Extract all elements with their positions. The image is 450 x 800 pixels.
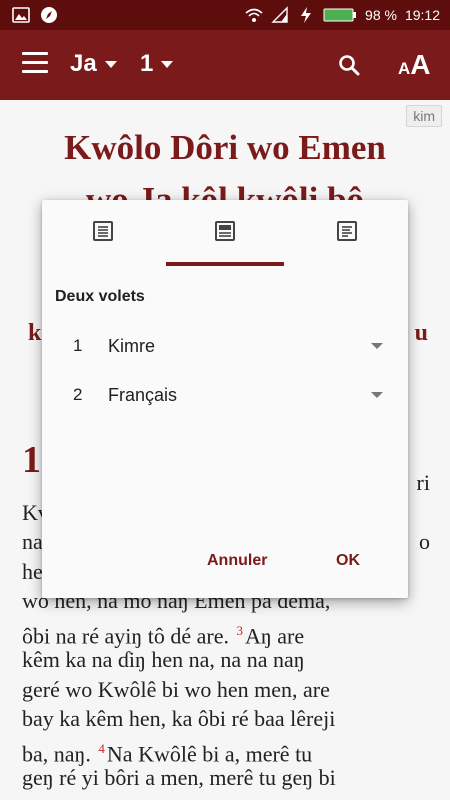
chapter-label: 1 <box>140 50 154 77</box>
two-pane-icon <box>214 220 236 247</box>
tab-split-pane[interactable] <box>286 200 408 266</box>
clock: 19:12 <box>404 7 440 23</box>
wifi-icon <box>245 6 263 24</box>
text-line: geré wo Kwôlê bi wo hen men, are <box>22 675 430 705</box>
verse-number[interactable]: 4 <box>98 741 105 756</box>
tab-two-pane[interactable] <box>164 200 286 266</box>
chevron-down-icon <box>104 60 117 68</box>
tab-single-pane[interactable] <box>42 200 164 266</box>
battery-percent: 98 % <box>365 7 397 23</box>
pane-language: Français <box>108 385 178 405</box>
text-line: ba, naŋ. 4Na Kwôlê bi a, merê tu <box>22 734 430 766</box>
text-line-content: geŋ ré yi bôri a men, merê tu geŋ bi <box>22 765 336 790</box>
text-line-end: o <box>419 529 430 554</box>
status-bar: 98 % 19:12 <box>0 0 450 30</box>
text-line-content: ri <box>416 470 430 495</box>
pane-number: 2 <box>73 385 83 404</box>
text-line: geŋ ré yi bôri a men, merê tu geŋ bi <box>22 763 430 793</box>
layout-tabs <box>42 200 408 266</box>
charging-icon <box>297 6 315 24</box>
cancel-button[interactable]: Annuler <box>207 552 267 570</box>
app-bar: Ja 1 AA <box>0 30 450 100</box>
dropdown-arrow-icon <box>371 392 383 398</box>
pane-layout-dialog: Deux volets 1 Kimre 2 Français Annuler O… <box>42 200 408 598</box>
battery-icon <box>323 6 357 24</box>
text-size-small: A <box>398 59 411 78</box>
text-line-content: geré wo Kwôlê bi wo hen men, are <box>22 676 330 702</box>
chapter-selector[interactable]: 1 <box>140 50 174 78</box>
section-heading-left: k <box>28 320 42 346</box>
selected-tab-indicator <box>166 262 284 266</box>
chevron-down-icon <box>161 60 174 68</box>
text-line-content: he <box>22 558 43 584</box>
text-size-button[interactable]: AA <box>398 49 431 81</box>
text-line: ôbi na ré ayiŋ tô dé are. 3Aŋ are <box>22 616 430 648</box>
signal-icon <box>271 6 289 24</box>
pane-language: Kimre <box>108 336 156 356</box>
compass-icon <box>40 6 58 24</box>
text-line: bay ka kêm hen, ka ôbi ré baa lêreji <box>22 704 430 734</box>
text-line: kêm ka na ɗiŋ hen na, na na naŋ <box>22 645 430 675</box>
section-heading-right: u <box>414 320 428 346</box>
split-pane-icon <box>336 220 358 247</box>
text-line-start: na <box>22 529 43 554</box>
text-size-big: A <box>410 49 431 80</box>
pane-1-language-select[interactable]: 1 Kimre <box>42 326 408 366</box>
pane-2-language-select[interactable]: 2 Français <box>42 375 408 415</box>
text-line-content: bay ka kêm hen, ka ôbi ré baa lêreji <box>22 706 336 731</box>
verse-number[interactable]: 3 <box>236 623 243 638</box>
dropdown-arrow-icon <box>371 343 383 349</box>
book-label: Ja <box>70 50 97 77</box>
pane-number: 1 <box>73 336 83 355</box>
book-title-line-1: Kwôlo Dôri wo Emen <box>64 128 386 167</box>
menu-icon[interactable] <box>22 52 48 74</box>
book-selector[interactable]: Ja <box>70 50 117 78</box>
gallery-icon <box>12 6 30 24</box>
ok-button[interactable]: OK <box>336 552 360 570</box>
dialog-heading: Deux volets <box>55 288 145 305</box>
search-icon[interactable] <box>338 54 360 76</box>
single-pane-icon <box>92 220 114 247</box>
text-line-content: kêm ka na ɗiŋ hen na, na na naŋ <box>22 647 305 672</box>
